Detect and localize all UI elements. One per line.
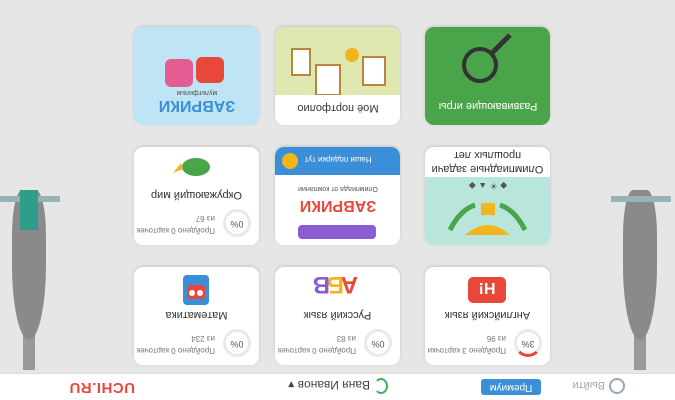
user-avatar-icon xyxy=(374,378,388,394)
exit-icon xyxy=(609,378,625,394)
done-label: Пройдено 0 карточек xyxy=(136,346,215,355)
tile-portfolio[interactable]: Моё портфолио xyxy=(275,27,400,125)
total-label: из 67 xyxy=(195,214,215,223)
exit-button[interactable]: Выйти xyxy=(572,378,625,394)
progress-percent: 0% xyxy=(371,339,385,349)
done-label: Пройдено 3 карточки xyxy=(427,346,506,355)
svg-text:ЗАВРИКИ: ЗАВРИКИ xyxy=(300,197,377,214)
svg-text:Моё портфолио: Моё портфолио xyxy=(297,102,378,114)
total-label: из 83 xyxy=(336,334,356,343)
svg-text:Наши подарки тут: Наши подарки тут xyxy=(304,155,371,164)
tile-games[interactable]: Развивающие игры xyxy=(425,27,550,125)
svg-text:мультфильм: мультфильм xyxy=(176,89,217,96)
total-label: из 234 xyxy=(191,334,215,343)
olympiad-title: Олимпиадные задачи xyxy=(431,163,544,175)
svg-text:H!: H! xyxy=(479,279,496,296)
subject-card-english[interactable]: 3% Пройдено 3 карточки из 96 Английский … xyxy=(425,267,550,365)
svg-text:ЗАВРИКИ: ЗАВРИКИ xyxy=(159,97,236,114)
svg-text:Развивающие игры: Развивающие игры xyxy=(439,100,538,112)
subject-card-math[interactable]: 0% Пройдено 0 карточек из 234 Математика xyxy=(134,267,259,365)
bird-icon xyxy=(173,158,210,176)
subject-card-russian[interactable]: 0% Пройдено 0 карточек из 83 Русский язы… xyxy=(275,267,400,365)
done-label: Пройдено 0 карточек xyxy=(277,346,356,355)
zavriki-olympiad-card[interactable]: ЗАВРИКИ Олимпиада от компании Наши подарки… xyxy=(275,147,400,245)
uchi-logo[interactable]: UCHI.RU xyxy=(69,379,135,396)
olympiad-subtitle: прошлых лет xyxy=(453,149,522,161)
progress-percent: 0% xyxy=(230,219,244,229)
tile-zavriki-cartoon[interactable]: ЗАВРИКИ мультфильм xyxy=(134,27,259,125)
premium-button[interactable]: Премиум xyxy=(481,379,541,395)
rocket-tower-right xyxy=(611,180,671,370)
user-menu[interactable]: Ваня Иванов ▾ xyxy=(288,378,388,394)
progress-percent: 3% xyxy=(521,339,535,349)
subject-title: Математика xyxy=(165,309,228,321)
math-character-icon xyxy=(183,275,209,305)
svg-text:Олимпиада от компании: Олимпиада от компании xyxy=(298,185,378,192)
subject-title: Русский язык xyxy=(303,309,372,321)
abv-letters-icon: АБВ xyxy=(313,273,358,298)
subject-title: Английский язык xyxy=(444,309,531,321)
top-bar: UCHI.RU Ваня Иванов ▾ Премиум Выйти xyxy=(0,373,675,400)
subject-title: Окружающий мир xyxy=(151,189,242,201)
total-label: из 96 xyxy=(486,334,506,343)
user-name: Ваня Иванов xyxy=(297,378,370,392)
hi-speech-bubble-icon: H! xyxy=(468,277,506,303)
progress-percent: 0% xyxy=(230,339,244,349)
rocket-tower-left xyxy=(0,180,60,370)
svg-text:◆ ☀ ▲ ◆: ◆ ☀ ▲ ◆ xyxy=(469,181,507,191)
olympiad-art: ◆ ☀ ▲ ◆ xyxy=(425,177,550,245)
svg-text:В: В xyxy=(313,273,330,298)
done-label: Пройдено 0 карточек xyxy=(136,226,215,235)
subject-card-world[interactable]: 0% Пройдено 0 карточек из 67 Окружающий … xyxy=(134,147,259,245)
olympiad-card[interactable]: ◆ ☀ ▲ ◆ Олимпиадные задачи прошлых лет xyxy=(425,147,550,245)
